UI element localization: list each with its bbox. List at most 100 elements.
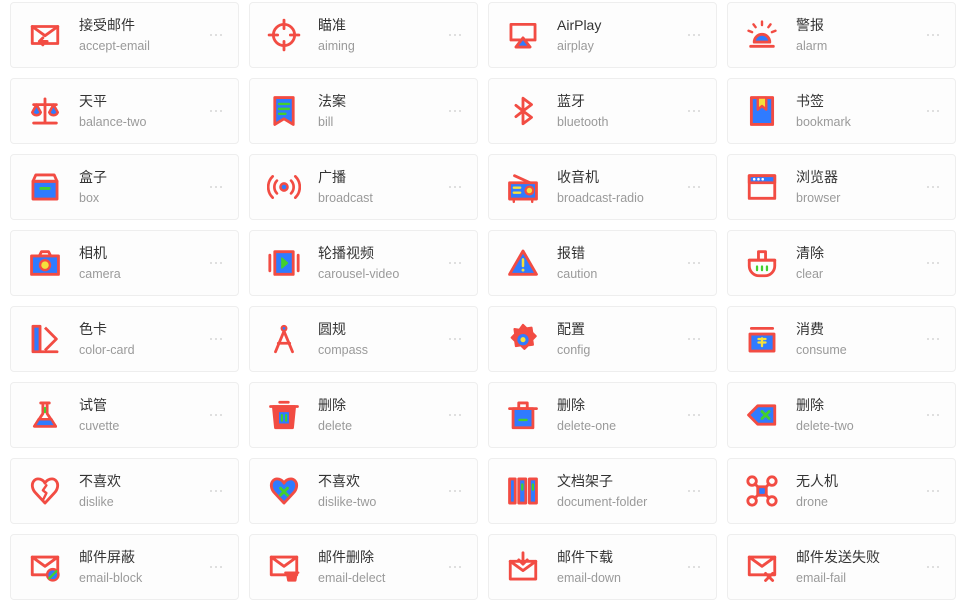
- icon-card-browser[interactable]: 浏览器 browser: [727, 154, 956, 220]
- icon-card-document-folder[interactable]: 文档架子 document-folder: [488, 458, 717, 524]
- more-options-icon[interactable]: [443, 555, 467, 579]
- icon-card-alarm[interactable]: 警报 alarm: [727, 2, 956, 68]
- icon-name-cn: 瞄准: [318, 17, 346, 33]
- more-options-icon[interactable]: [204, 403, 228, 427]
- icon-name-en: airplay: [557, 39, 594, 53]
- icon-card-delete[interactable]: 删除 delete: [249, 382, 478, 448]
- icon-card-aiming[interactable]: 瞄准 aiming: [249, 2, 478, 68]
- icon-name-en: email-fail: [796, 571, 847, 585]
- more-options-icon[interactable]: [682, 251, 706, 275]
- more-options-icon[interactable]: [204, 175, 228, 199]
- icon-labels: 蓝牙 bluetooth: [557, 91, 678, 131]
- icon-labels: 文档架子 document-folder: [557, 471, 678, 511]
- more-options-icon[interactable]: [921, 175, 945, 199]
- more-options-icon[interactable]: [921, 23, 945, 47]
- icon-card-delete-one[interactable]: 删除 delete-one: [488, 382, 717, 448]
- more-options-icon[interactable]: [682, 99, 706, 123]
- bluetooth-icon: [503, 91, 543, 131]
- icon-card-dislike-two[interactable]: 不喜欢 dislike-two: [249, 458, 478, 524]
- icon-card-drone[interactable]: 无人机 drone: [727, 458, 956, 524]
- icon-card-dislike[interactable]: 不喜欢 dislike: [10, 458, 239, 524]
- icon-labels: 天平 balance-two: [79, 91, 200, 131]
- more-options-icon[interactable]: [682, 479, 706, 503]
- icon-labels: AirPlay airplay: [557, 15, 678, 55]
- more-options-icon[interactable]: [204, 555, 228, 579]
- more-options-icon[interactable]: [443, 327, 467, 351]
- more-options-icon[interactable]: [443, 175, 467, 199]
- more-options-icon[interactable]: [443, 23, 467, 47]
- more-options-icon[interactable]: [443, 99, 467, 123]
- icon-card-camera[interactable]: 相机 camera: [10, 230, 239, 296]
- more-options-icon[interactable]: [204, 251, 228, 275]
- icon-name-en: delete-two: [796, 419, 854, 433]
- icon-name-cn: 浏览器: [796, 169, 838, 185]
- more-options-icon[interactable]: [682, 555, 706, 579]
- icon-labels: 不喜欢 dislike: [79, 471, 200, 511]
- icon-name-cn: 轮播视频: [318, 245, 374, 261]
- icon-name-cn: 消费: [796, 321, 824, 337]
- icon-grid: 接受邮件 accept-email 瞄准 aiming AirPlay airplay…: [0, 0, 966, 600]
- icon-card-broadcast[interactable]: 广播 broadcast: [249, 154, 478, 220]
- document-folder-icon: [503, 471, 543, 511]
- icon-name-en: bluetooth: [557, 115, 609, 129]
- icon-card-airplay[interactable]: AirPlay airplay: [488, 2, 717, 68]
- icon-labels: 广播 broadcast: [318, 167, 439, 207]
- more-options-icon[interactable]: [682, 175, 706, 199]
- more-options-icon[interactable]: [682, 23, 706, 47]
- delete-icon: [264, 395, 304, 435]
- consume-icon: [742, 319, 782, 359]
- icon-name-cn: 盒子: [79, 169, 107, 185]
- icon-name-cn: 相机: [79, 245, 107, 261]
- icon-card-email-block[interactable]: 邮件屏蔽 email-block: [10, 534, 239, 600]
- icon-card-consume[interactable]: 消费 consume: [727, 306, 956, 372]
- more-options-icon[interactable]: [921, 479, 945, 503]
- icon-name-en: broadcast-radio: [557, 191, 644, 205]
- icon-name-en: camera: [79, 267, 121, 281]
- icon-card-cuvette[interactable]: 试管 cuvette: [10, 382, 239, 448]
- icon-card-box[interactable]: 盒子 box: [10, 154, 239, 220]
- icon-card-email-fail[interactable]: 邮件发送失败 email-fail: [727, 534, 956, 600]
- icon-card-color-card[interactable]: 色卡 color-card: [10, 306, 239, 372]
- more-options-icon[interactable]: [443, 251, 467, 275]
- more-options-icon[interactable]: [443, 403, 467, 427]
- icon-card-broadcast-radio[interactable]: 收音机 broadcast-radio: [488, 154, 717, 220]
- icon-card-carousel-video[interactable]: 轮播视频 carousel-video: [249, 230, 478, 296]
- drone-icon: [742, 471, 782, 511]
- icon-card-caution[interactable]: 报错 caution: [488, 230, 717, 296]
- icon-name-cn: 天平: [79, 93, 107, 109]
- icon-labels: 配置 config: [557, 319, 678, 359]
- icon-card-config[interactable]: 配置 config: [488, 306, 717, 372]
- more-options-icon[interactable]: [204, 23, 228, 47]
- more-options-icon[interactable]: [921, 403, 945, 427]
- icon-card-delete-two[interactable]: 删除 delete-two: [727, 382, 956, 448]
- more-options-icon[interactable]: [921, 555, 945, 579]
- icon-labels: 邮件删除 email-delect: [318, 547, 439, 587]
- icon-name-cn: 无人机: [796, 473, 838, 489]
- more-options-icon[interactable]: [921, 99, 945, 123]
- icon-card-email-delect[interactable]: 邮件删除 email-delect: [249, 534, 478, 600]
- clear-icon: [742, 243, 782, 283]
- more-options-icon[interactable]: [921, 251, 945, 275]
- icon-labels: 删除 delete-one: [557, 395, 678, 435]
- icon-card-accept-email[interactable]: 接受邮件 accept-email: [10, 2, 239, 68]
- more-options-icon[interactable]: [921, 327, 945, 351]
- more-options-icon[interactable]: [682, 327, 706, 351]
- more-options-icon[interactable]: [443, 479, 467, 503]
- icon-card-compass[interactable]: 圆规 compass: [249, 306, 478, 372]
- email-delect-icon: [264, 547, 304, 587]
- icon-card-email-down[interactable]: 邮件下载 email-down: [488, 534, 717, 600]
- more-options-icon[interactable]: [204, 327, 228, 351]
- icon-card-bluetooth[interactable]: 蓝牙 bluetooth: [488, 78, 717, 144]
- icon-card-balance-two[interactable]: 天平 balance-two: [10, 78, 239, 144]
- more-options-icon[interactable]: [204, 479, 228, 503]
- icon-card-bill[interactable]: 法案 bill: [249, 78, 478, 144]
- icon-card-bookmark[interactable]: 书签 bookmark: [727, 78, 956, 144]
- more-options-icon[interactable]: [204, 99, 228, 123]
- delete-two-icon: [742, 395, 782, 435]
- more-options-icon[interactable]: [682, 403, 706, 427]
- icon-name-cn: 邮件屏蔽: [79, 549, 135, 565]
- icon-name-cn: 删除: [796, 397, 824, 413]
- dislike-icon: [25, 471, 65, 511]
- icon-card-clear[interactable]: 清除 clear: [727, 230, 956, 296]
- icon-labels: 色卡 color-card: [79, 319, 200, 359]
